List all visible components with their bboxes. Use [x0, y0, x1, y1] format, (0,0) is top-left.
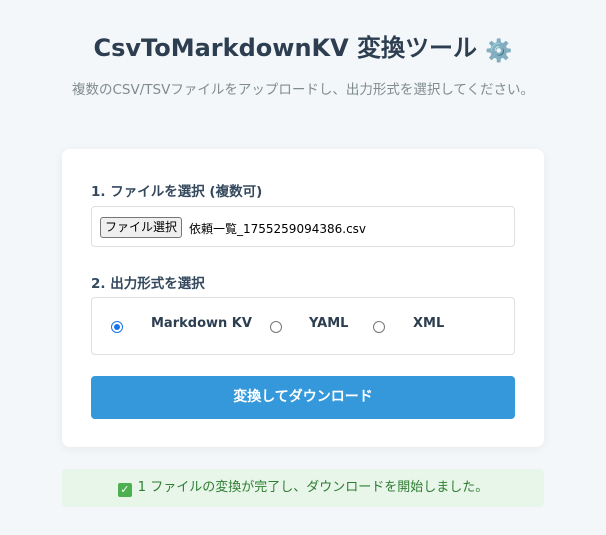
convert-download-button[interactable]: 変換してダウンロード	[91, 376, 515, 419]
format-section-label: 2. 出力形式を選択	[91, 276, 205, 292]
gear-icon: ⚙️	[485, 39, 513, 64]
choose-file-button[interactable]: ファイル選択	[100, 217, 183, 238]
format-radio-group: Markdown KV YAML XML	[91, 297, 515, 355]
page-title-text: CsvToMarkdownKV 変換ツール	[93, 34, 478, 62]
converter-card: 1. ファイルを選択 (複数可) ファイル選択 依頼一覧_17552590943…	[62, 149, 544, 447]
radio-label-markdown-kv[interactable]: Markdown KV	[151, 316, 252, 331]
radio-yaml[interactable]	[270, 321, 282, 333]
page-subtitle: 複数のCSV/TSVファイルをアップロードし、出力形式を選択してください。	[71, 82, 535, 98]
radio-label-xml[interactable]: XML	[413, 316, 444, 331]
radio-xml[interactable]	[373, 321, 385, 333]
selected-file-name: 依頼一覧_1755259094386.csv	[189, 222, 367, 236]
radio-label-yaml[interactable]: YAML	[309, 316, 348, 331]
check-mark-icon: ✓	[117, 483, 132, 497]
status-message: ✓ 1 ファイルの変換が完了し、ダウンロードを開始しました。	[62, 469, 544, 507]
file-input[interactable]: ファイル選択 依頼一覧_1755259094386.csv	[91, 206, 515, 247]
radio-markdown-kv[interactable]	[111, 321, 123, 333]
status-text: 1 ファイルの変換が完了し、ダウンロードを開始しました。	[137, 480, 489, 495]
file-section-label: 1. ファイルを選択 (複数可)	[91, 184, 263, 200]
page-title: CsvToMarkdownKV 変換ツール ⚙️	[0, 28, 606, 64]
